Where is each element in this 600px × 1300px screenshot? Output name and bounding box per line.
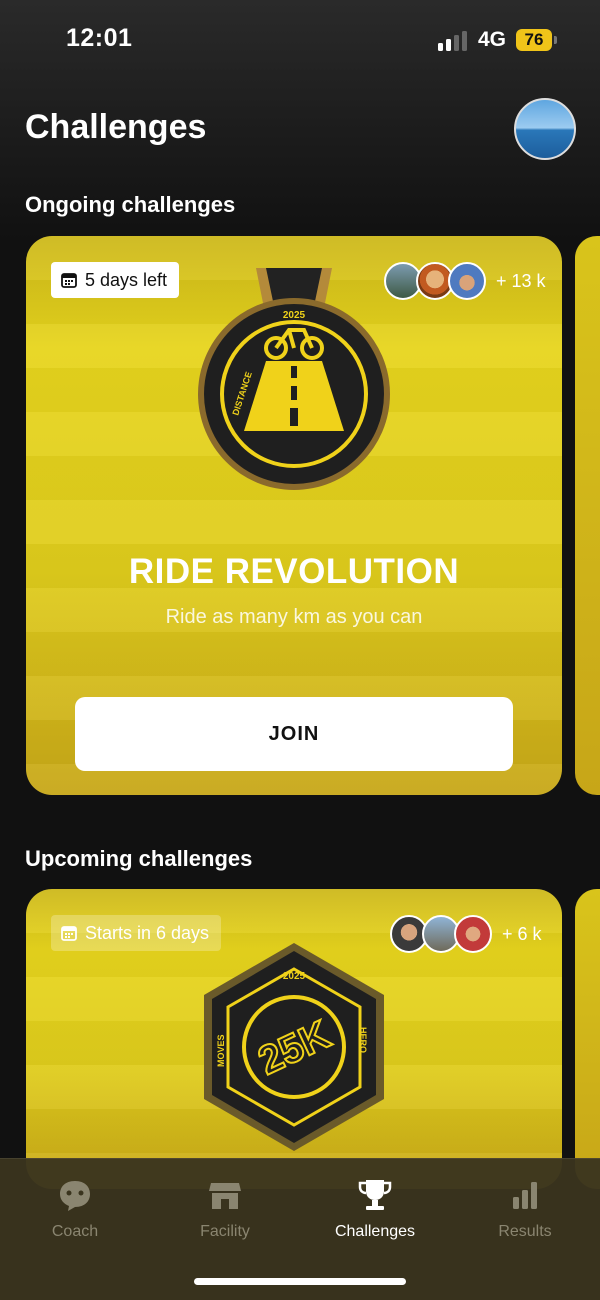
tab-label: Challenges (334, 1223, 416, 1240)
participant-avatar (448, 262, 486, 300)
bar-chart-icon (513, 1182, 537, 1209)
participants-group: + 6 k (390, 915, 542, 953)
participants-group: + 13 k (384, 262, 546, 300)
tab-results[interactable]: Results (450, 1177, 600, 1241)
medal-year: 2025 (283, 310, 306, 321)
days-left-badge: 5 days left (51, 262, 180, 298)
tab-coach[interactable]: Coach (0, 1177, 150, 1241)
tab-label: Facility (200, 1223, 250, 1240)
page-title: Challenges (25, 108, 207, 146)
moves-hero-medal-icon: 2025 25K MOVES HERO (204, 943, 384, 1151)
tab-label: Coach (51, 1223, 99, 1240)
ongoing-section-title: Ongoing challenges (25, 192, 236, 217)
cellular-signal-icon (438, 31, 470, 51)
days-left-label: 5 days left (85, 269, 168, 290)
status-bar: 12:01 4G 76 (0, 0, 600, 80)
participant-avatar (454, 915, 492, 953)
calendar-icon (61, 926, 77, 941)
medal-year: 2025 (283, 971, 306, 982)
profile-avatar[interactable] (514, 98, 576, 160)
trophy-icon (358, 1180, 392, 1210)
tab-facility[interactable]: Facility (150, 1177, 300, 1241)
medal-right-label: HERO (358, 1027, 368, 1053)
tab-challenges[interactable]: Challenges (300, 1177, 450, 1241)
participant-count: + 13 k (496, 270, 546, 291)
upcoming-challenge-card[interactable]: Starts in 6 days + 6 k 2025 25K MOVES HE… (26, 889, 562, 1189)
challenge-subtitle: Ride as many km as you can (165, 606, 423, 628)
tab-label: Results (498, 1223, 552, 1240)
join-button[interactable]: JOIN (75, 697, 513, 771)
home-indicator (194, 1278, 406, 1285)
medal-left-label: MOVES (216, 1034, 226, 1067)
battery-tip (554, 36, 557, 44)
ongoing-challenge-card[interactable]: 5 days left + 13 k 2025 DISTANCE RIDE RE… (26, 236, 562, 795)
next-challenge-card-peek[interactable] (575, 236, 600, 795)
distance-medal-icon: 2025 DISTANCE (198, 268, 390, 490)
network-type: 4G (478, 28, 507, 51)
chat-bubble-icon (60, 1181, 90, 1211)
next-upcoming-card-peek[interactable] (575, 889, 600, 1189)
upcoming-section-title: Upcoming challenges (25, 846, 253, 871)
participant-count: + 6 k (502, 923, 542, 944)
battery-icon: 76 (516, 29, 552, 51)
status-time: 12:01 (66, 24, 133, 52)
challenge-title: RIDE REVOLUTION (128, 552, 460, 591)
battery-level: 76 (524, 30, 544, 49)
calendar-icon (61, 273, 77, 288)
storefront-icon (209, 1183, 241, 1209)
